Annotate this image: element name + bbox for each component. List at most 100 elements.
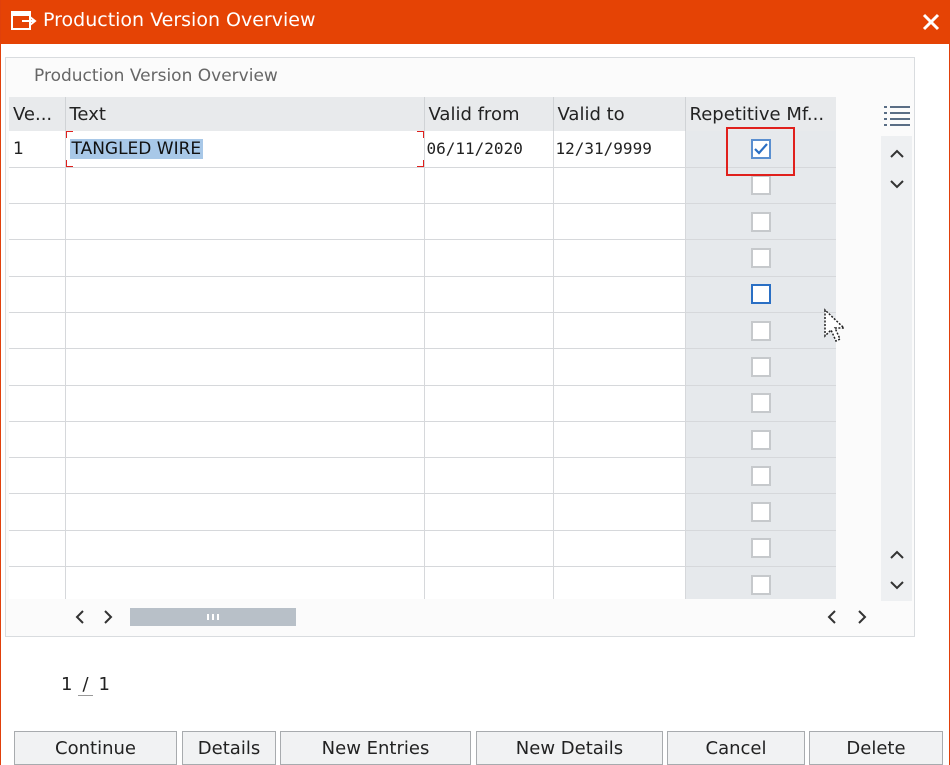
valid-to-cell[interactable] <box>553 239 686 277</box>
valid-to-cell[interactable]: 12/31/9999 <box>553 131 686 168</box>
table-row <box>9 566 836 599</box>
chevron-down-icon <box>889 581 904 590</box>
valid-from-cell[interactable] <box>424 239 554 277</box>
version-cell[interactable] <box>9 493 66 531</box>
panel-title: Production Version Overview <box>34 66 278 86</box>
text-cell[interactable] <box>65 312 425 350</box>
scroll-up-button[interactable] <box>881 140 912 168</box>
valid-from-cell[interactable] <box>424 566 554 599</box>
version-cell[interactable] <box>9 312 66 350</box>
text-cell[interactable] <box>65 421 425 459</box>
valid-to-cell[interactable] <box>553 276 686 313</box>
version-cell[interactable] <box>9 203 66 241</box>
valid-to-cell[interactable] <box>553 385 686 422</box>
valid-to-cell[interactable] <box>553 203 686 241</box>
scroll-up-button[interactable] <box>881 541 912 569</box>
page-indicator: 1 / 1 <box>61 674 110 696</box>
valid-from-cell[interactable] <box>424 312 554 350</box>
text-cell[interactable] <box>65 457 425 495</box>
repetitive-checkbox[interactable] <box>750 248 771 269</box>
column-header-valid-to[interactable]: Valid to <box>553 97 686 131</box>
scroll-down-button[interactable] <box>881 571 912 599</box>
text-cell[interactable] <box>65 566 425 599</box>
repetitive-checkbox[interactable] <box>750 574 771 595</box>
valid-from-cell[interactable] <box>424 203 554 241</box>
valid-from-cell[interactable] <box>424 457 554 495</box>
continue-button[interactable]: Continue <box>14 731 177 765</box>
delete-button[interactable]: Delete <box>809 731 943 765</box>
valid-to-cell[interactable] <box>553 530 686 568</box>
valid-from-cell[interactable] <box>424 167 554 205</box>
new-details-button[interactable]: New Details <box>476 731 663 765</box>
valid-from-cell[interactable] <box>424 276 554 313</box>
column-settings-button[interactable] <box>881 96 912 136</box>
repetitive-checkbox[interactable] <box>750 429 771 450</box>
text-cell[interactable] <box>65 348 425 386</box>
repetitive-checkbox[interactable] <box>750 356 771 377</box>
version-cell[interactable] <box>9 566 66 599</box>
text-cell[interactable] <box>65 239 425 277</box>
horizontal-scrollbar[interactable] <box>66 603 912 631</box>
title-bar: Production Version Overview <box>1 0 950 44</box>
text-cell[interactable] <box>65 167 425 205</box>
repetitive-checkbox[interactable] <box>750 320 771 341</box>
scroll-thumb[interactable] <box>130 608 296 626</box>
valid-from-cell[interactable]: 06/11/2020 <box>424 131 554 168</box>
version-cell[interactable] <box>9 530 66 568</box>
valid-from-cell[interactable] <box>424 385 554 422</box>
text-cell[interactable] <box>65 493 425 531</box>
version-cell[interactable] <box>9 239 66 277</box>
valid-to-cell[interactable] <box>553 167 686 205</box>
version-cell[interactable] <box>9 457 66 495</box>
valid-to-cell[interactable] <box>553 312 686 350</box>
text-cell[interactable] <box>65 530 425 568</box>
valid-to-cell[interactable] <box>553 421 686 459</box>
chevron-left-icon <box>75 610 84 624</box>
text-cell[interactable] <box>65 203 425 241</box>
repetitive-checkbox[interactable] <box>750 538 771 559</box>
repetitive-checkbox[interactable] <box>750 175 771 196</box>
scroll-right-button[interactable] <box>848 603 876 631</box>
valid-to-cell[interactable] <box>553 348 686 386</box>
repetitive-checkbox[interactable] <box>750 502 771 523</box>
column-header-text[interactable]: Text <box>65 97 425 131</box>
repetitive-checkbox[interactable] <box>750 393 771 414</box>
chevron-up-icon <box>889 550 904 559</box>
valid-from-cell[interactable] <box>424 493 554 531</box>
column-header-version[interactable]: Ve... <box>9 97 66 131</box>
version-cell[interactable] <box>9 167 66 205</box>
valid-to-cell[interactable] <box>553 457 686 495</box>
repetitive-cell <box>685 131 836 168</box>
column-header-valid-from[interactable]: Valid from <box>424 97 554 131</box>
close-button[interactable] <box>917 8 945 36</box>
repetitive-checkbox[interactable] <box>750 138 771 159</box>
repetitive-checkbox[interactable] <box>750 465 771 486</box>
text-cell[interactable]: TANGLED WIRE <box>65 131 425 168</box>
scroll-left-button[interactable] <box>66 603 94 631</box>
scroll-right-button[interactable] <box>94 603 122 631</box>
version-cell[interactable]: 1 <box>9 131 66 168</box>
scroll-left-button[interactable] <box>818 603 846 631</box>
mouse-pointer-icon <box>823 308 849 348</box>
valid-to-cell[interactable] <box>553 566 686 599</box>
version-cell[interactable] <box>9 385 66 422</box>
repetitive-checkbox[interactable] <box>750 284 771 305</box>
valid-from-cell[interactable] <box>424 421 554 459</box>
text-cell[interactable] <box>65 276 425 313</box>
vertical-scrollbar[interactable] <box>881 96 912 601</box>
column-header-repetitive[interactable]: Repetitive Mf... <box>685 97 836 131</box>
details-button[interactable]: Details <box>182 731 276 765</box>
new-entries-button[interactable]: New Entries <box>280 731 471 765</box>
valid-to-cell[interactable] <box>553 493 686 531</box>
valid-from-cell[interactable] <box>424 530 554 568</box>
version-cell[interactable] <box>9 348 66 386</box>
page-current[interactable]: 1 <box>61 674 72 696</box>
repetitive-checkbox[interactable] <box>750 211 771 232</box>
version-cell[interactable] <box>9 421 66 459</box>
table-row <box>9 348 836 386</box>
valid-from-cell[interactable] <box>424 348 554 386</box>
version-cell[interactable] <box>9 276 66 313</box>
scroll-down-button[interactable] <box>881 170 912 198</box>
text-cell[interactable] <box>65 385 425 422</box>
cancel-button[interactable]: Cancel <box>667 731 805 765</box>
